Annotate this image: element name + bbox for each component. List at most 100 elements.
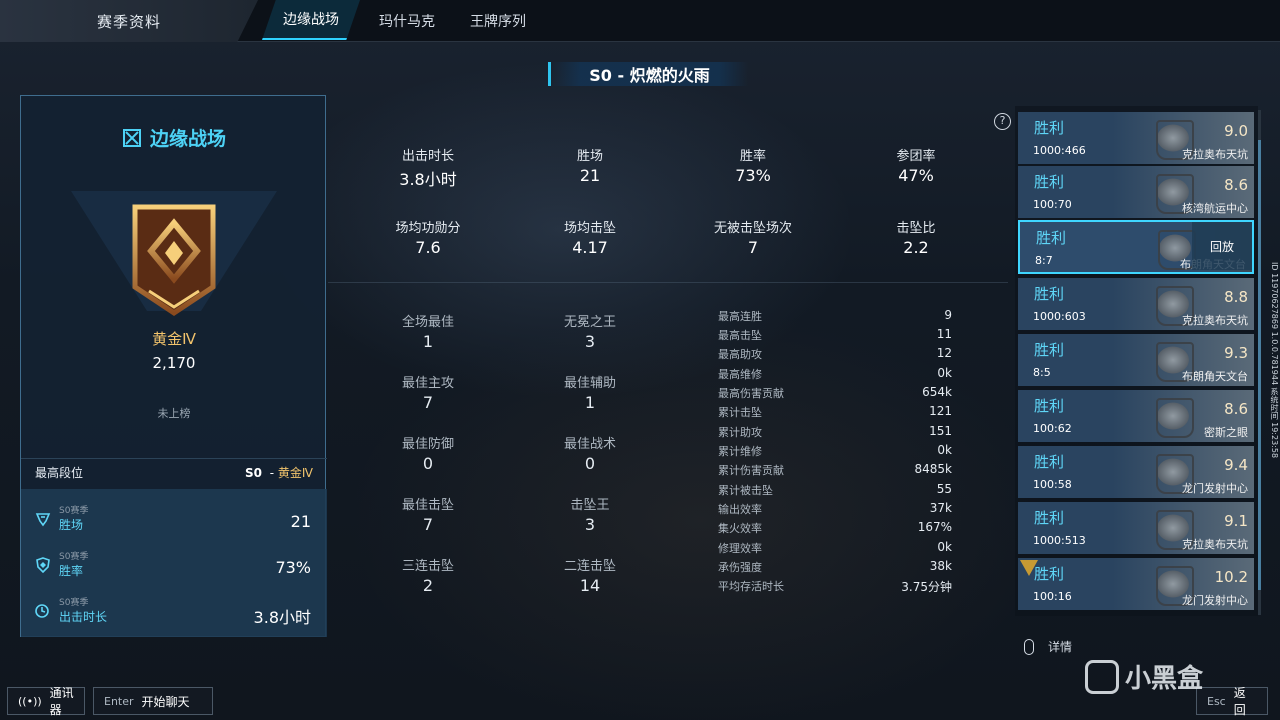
watermark: 小黑盒 xyxy=(1085,658,1203,695)
stat-sub: S0赛季 xyxy=(59,506,89,516)
match-result: 胜利 xyxy=(1034,565,1065,583)
match-card[interactable]: 胜利 100:62 8.6 密斯之眼 xyxy=(1018,390,1254,442)
award-value: 7 xyxy=(422,515,434,534)
award-value: 7 xyxy=(422,393,434,412)
record-label: 累计维修 xyxy=(718,445,762,458)
best-rank-row: 最高段位 S0 - 黄金Ⅳ xyxy=(21,458,327,486)
record-value: 37k xyxy=(929,501,952,515)
award-label: 无冕之王 xyxy=(563,315,616,330)
esc-key-hint: Esc xyxy=(1207,694,1226,708)
details-label: 详情 xyxy=(1048,640,1073,654)
record-label: 输出效率 xyxy=(718,503,762,516)
match-card[interactable]: 胜利 8:5 9.3 布朗角天文台 xyxy=(1018,334,1254,386)
record-label: 最高维修 xyxy=(718,368,762,381)
match-rating: 8.6 xyxy=(1224,176,1248,194)
award-item: 三连击坠 2 xyxy=(378,555,478,595)
stat-label: 胜率 xyxy=(59,564,84,578)
stat-value: 73% xyxy=(275,558,311,577)
best-rank-sep: - xyxy=(265,466,278,480)
details-hint[interactable]: 详情 xyxy=(1024,638,1072,655)
match-card[interactable]: 胜利 100:58 9.4 龙门发射中心 xyxy=(1018,446,1254,498)
award-label: 最佳防御 xyxy=(401,437,454,452)
stat-value: 47% xyxy=(898,166,934,185)
match-card[interactable]: 胜利 100:70 8.6 核湾航运中心 xyxy=(1018,166,1254,218)
record-row: 承伤强度 38k xyxy=(718,559,952,578)
award-value: 1 xyxy=(422,332,434,351)
record-row: 修理效率 0k xyxy=(718,540,952,559)
replay-button[interactable]: 回放 xyxy=(1192,222,1252,270)
stat-participation: 参团率 47% xyxy=(856,145,976,185)
season-stat-winrate: S0赛季 胜率 73% xyxy=(21,541,327,587)
stat-avg-kills: 场均击坠 4.17 xyxy=(530,217,650,257)
crossed-swords-icon xyxy=(122,129,141,147)
record-value: 3.75分钟 xyxy=(901,580,952,594)
record-label: 修理效率 xyxy=(718,542,762,555)
award-label: 最佳辅助 xyxy=(563,376,616,391)
match-score: 100:62 xyxy=(1033,422,1072,435)
stat-value: 7 xyxy=(747,238,759,257)
mode-title-text: 边缘战场 xyxy=(149,128,226,150)
record-row: 累计伤害贡献 8485k xyxy=(718,462,952,481)
match-card[interactable]: 胜利 100:16 10.2 龙门发射中心 xyxy=(1018,558,1254,610)
communicator-button[interactable]: ((•)) 通讯器 xyxy=(7,686,85,717)
record-row: 平均存活时长 3.75分钟 xyxy=(718,578,952,597)
match-rating: 9.0 xyxy=(1224,122,1248,140)
stat-value: 7.6 xyxy=(415,238,441,257)
season-info-tab[interactable]: 赛季资料 xyxy=(0,0,258,42)
match-result: 胜利 xyxy=(1034,173,1065,191)
scrollbar-thumb[interactable] xyxy=(1258,140,1261,590)
match-map: 克拉奥布天坑 xyxy=(1182,314,1248,327)
section-divider xyxy=(328,282,1008,283)
record-value: 8485k xyxy=(914,462,953,476)
shield-icon xyxy=(36,557,50,573)
tab-edge-battlefield[interactable]: 边缘战场 xyxy=(262,0,360,40)
match-card-selected[interactable]: 胜利 8:7 布朗角天文台 回放 xyxy=(1018,220,1254,274)
heybox-logo-icon xyxy=(1085,659,1119,694)
back-button[interactable]: Esc 返回 xyxy=(1196,686,1268,717)
match-score: 8:7 xyxy=(1035,254,1053,267)
record-value: 151 xyxy=(929,424,952,438)
award-value: 3 xyxy=(584,332,596,351)
record-row: 最高连胜 9 xyxy=(718,308,952,327)
best-rank-season: S0 xyxy=(244,466,262,480)
stat-sub: S0赛季 xyxy=(59,552,89,562)
record-row: 集火效率 167% xyxy=(718,520,952,539)
enter-key-hint: Enter xyxy=(104,694,134,708)
match-card[interactable]: 胜利 1000:466 9.0 克拉奥布天坑 xyxy=(1018,112,1254,164)
match-map: 核湾航运中心 xyxy=(1182,202,1248,215)
match-result: 胜利 xyxy=(1034,397,1065,415)
rank-panel: 边缘战场 黄金Ⅳ 2,170 未上榜 最高段位 S0 - 黄金Ⅳ S0赛季 胜场… xyxy=(20,95,327,637)
record-row: 累计击坠 121 xyxy=(718,404,952,423)
communicator-label: 通讯器 xyxy=(49,686,74,717)
back-label: 返回 xyxy=(1233,686,1246,717)
record-label: 最高助攻 xyxy=(718,348,762,361)
record-label: 累计被击坠 xyxy=(718,484,773,497)
stat-value: 3.8小时 xyxy=(399,170,457,189)
award-item: 击坠王 3 xyxy=(540,494,640,534)
award-label: 最佳主攻 xyxy=(401,376,454,391)
award-item: 无冕之王 3 xyxy=(540,311,640,351)
stat-label: 出击时长 xyxy=(59,610,108,624)
record-row: 累计被击坠 55 xyxy=(718,482,952,501)
award-label: 最佳击坠 xyxy=(401,498,454,513)
stat-label: 胜场 xyxy=(59,518,84,532)
stat-label: 场均功勋分 xyxy=(395,221,461,236)
clock-icon xyxy=(35,604,49,618)
stat-value: 21 xyxy=(579,166,601,185)
match-rating: 9.3 xyxy=(1224,344,1248,362)
record-value: 55 xyxy=(936,482,952,496)
match-card[interactable]: 胜利 1000:603 8.8 克拉奥布天坑 xyxy=(1018,278,1254,330)
start-chat-button[interactable]: Enter 开始聊天 xyxy=(93,687,213,715)
stat-sub: S0赛季 xyxy=(59,598,89,608)
rank-name: 黄金Ⅳ xyxy=(152,330,196,348)
help-icon[interactable]: ? xyxy=(994,113,1011,130)
tab-ace-sequence[interactable]: 王牌序列 xyxy=(470,0,526,42)
mech-portrait xyxy=(1138,392,1208,442)
tab-mashmak[interactable]: 玛什马克 xyxy=(379,0,435,42)
mouse-icon xyxy=(1024,638,1034,655)
record-value: 11 xyxy=(936,327,952,341)
record-label: 集火效率 xyxy=(718,522,762,535)
match-card[interactable]: 胜利 1000:513 9.1 克拉奥布天坑 xyxy=(1018,502,1254,554)
match-rating: 8.8 xyxy=(1224,288,1248,306)
best-rank-value: S0 - 黄金Ⅳ xyxy=(245,464,313,481)
